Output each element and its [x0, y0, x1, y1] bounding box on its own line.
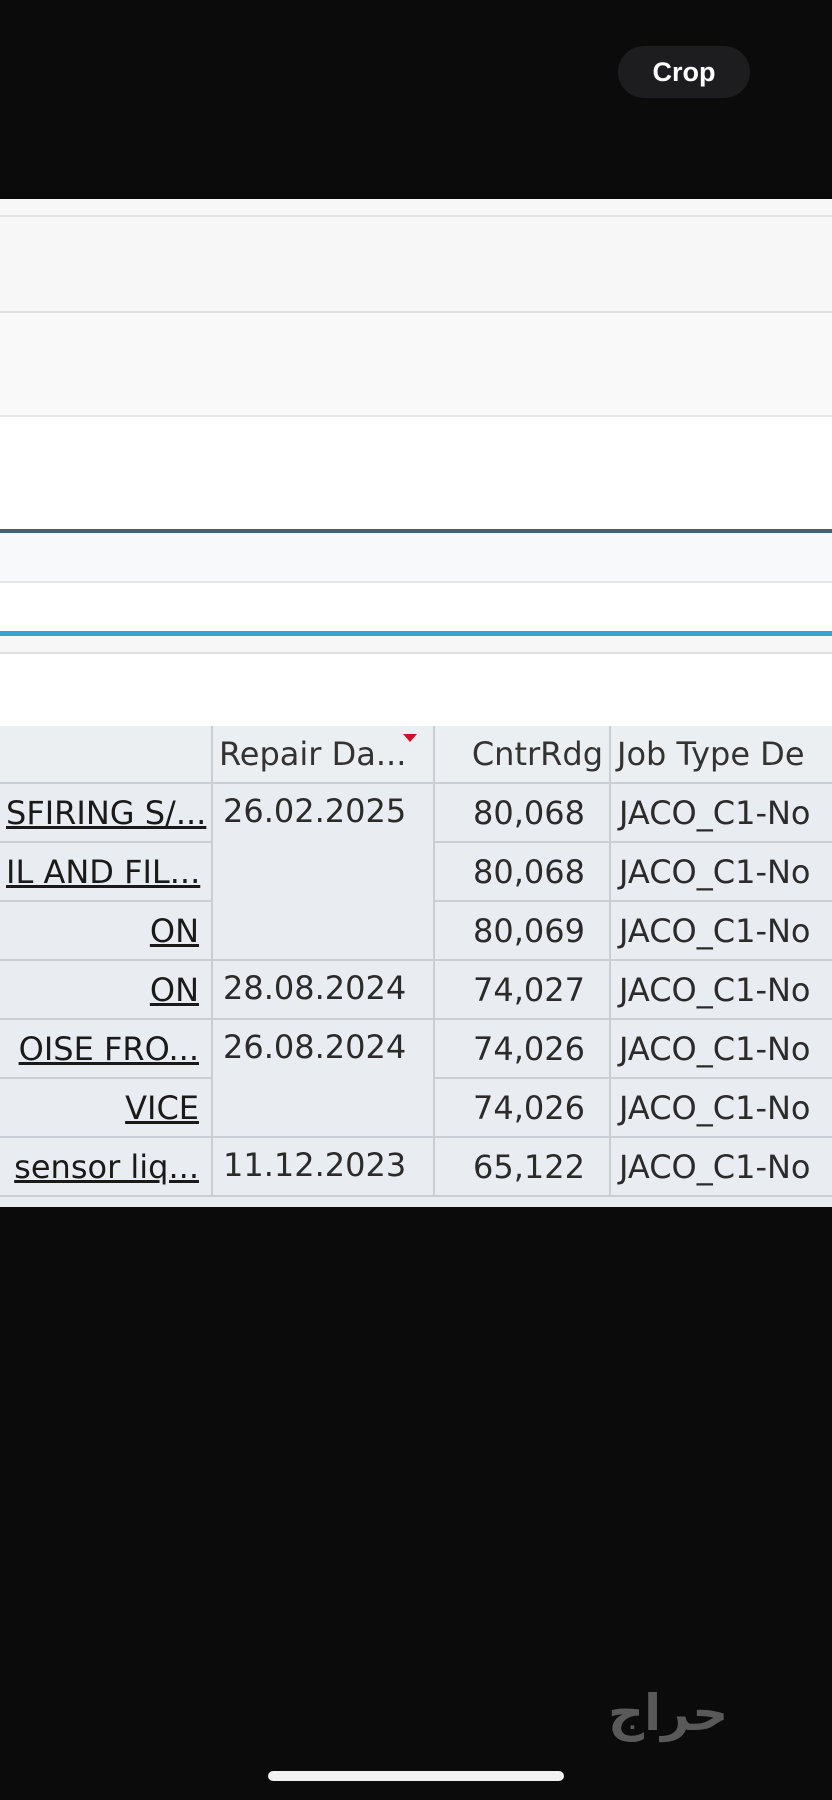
counter-reading-cell: 80,069 [434, 901, 611, 961]
sort-descending-icon [403, 734, 417, 742]
counter-reading-cell: 80,068 [434, 783, 611, 843]
job-description-cell[interactable]: VICE [0, 1078, 213, 1138]
table-row[interactable]: OISE FRO... 26.08.2024 74,026 JACO_C1-No [0, 1019, 832, 1138]
job-description-cell[interactable]: sensor liq... [0, 1137, 213, 1197]
job-description-link[interactable]: ON [150, 912, 199, 950]
counter-reading-cell: 65,122 [434, 1137, 611, 1197]
column-header-job-type[interactable]: Job Type De [610, 726, 832, 784]
table-row[interactable]: ON 28.08.2024 74,027 JACO_C1-No [0, 960, 832, 1020]
job-description-link[interactable]: IL AND FIL... [6, 853, 200, 891]
toolbar-strip [0, 199, 832, 217]
job-description-cell[interactable]: IL AND FIL... [0, 842, 213, 902]
repair-date-cell: 11.12.2023 [212, 1137, 435, 1197]
job-description-link[interactable]: SFIRING S/... [6, 794, 206, 832]
header-area-secondary [0, 313, 832, 417]
repair-history-table: Repair Da... CntrRdg Job Type De SFIRING… [0, 726, 832, 1207]
table-row[interactable]: sensor liq... 11.12.2023 65,122 JACO_C1-… [0, 1137, 832, 1197]
header-area [0, 217, 832, 313]
column-header-description[interactable] [0, 726, 213, 784]
job-description-link[interactable]: ON [150, 971, 199, 1009]
table-header-row: Repair Da... CntrRdg Job Type De [0, 726, 832, 784]
job-type-cell: JACO_C1-No [610, 1078, 832, 1138]
column-header-repair-date[interactable]: Repair Da... [212, 726, 435, 784]
blank-area [0, 654, 832, 726]
column-header-counter-reading[interactable]: CntrRdg [434, 726, 611, 784]
job-type-cell: JACO_C1-No [610, 783, 832, 843]
counter-reading-cell: 74,026 [434, 1078, 611, 1138]
repair-date-cell: 26.08.2024 [212, 1019, 435, 1138]
table-row[interactable]: SFIRING S/... 26.02.2025 80,068 JACO_C1-… [0, 783, 832, 961]
job-type-cell: JACO_C1-No [610, 1019, 832, 1079]
home-indicator[interactable] [268, 1771, 564, 1781]
counter-reading-cell: 80,068 [434, 842, 611, 902]
subheader-strip [0, 636, 832, 654]
job-description-cell[interactable]: ON [0, 901, 213, 961]
job-type-cell: JACO_C1-No [610, 960, 832, 1020]
counter-reading-cell: 74,027 [434, 960, 611, 1020]
crop-button[interactable]: Crop [618, 46, 750, 98]
haraj-watermark-logo: حراج [608, 1684, 729, 1742]
tab-strip [0, 533, 832, 583]
job-description-cell[interactable]: OISE FRO... [0, 1019, 213, 1079]
job-type-cell: JACO_C1-No [610, 1137, 832, 1197]
job-description-link[interactable]: VICE [125, 1089, 199, 1127]
job-description-link[interactable]: sensor liq... [14, 1148, 199, 1186]
job-type-cell: JACO_C1-No [610, 901, 832, 961]
job-description-cell[interactable]: SFIRING S/... [0, 783, 213, 843]
repair-date-cell: 28.08.2024 [212, 960, 435, 1020]
screen-content: Repair Da... CntrRdg Job Type De SFIRING… [0, 199, 832, 1207]
tab-strip-secondary [0, 583, 832, 631]
counter-reading-cell: 74,026 [434, 1019, 611, 1079]
job-description-cell[interactable]: ON [0, 960, 213, 1020]
job-description-link[interactable]: OISE FRO... [19, 1030, 199, 1068]
job-type-cell: JACO_C1-No [610, 842, 832, 902]
form-area [0, 417, 832, 527]
column-header-repair-date-label: Repair Da... [219, 735, 407, 773]
repair-date-cell: 26.02.2025 [212, 783, 435, 961]
